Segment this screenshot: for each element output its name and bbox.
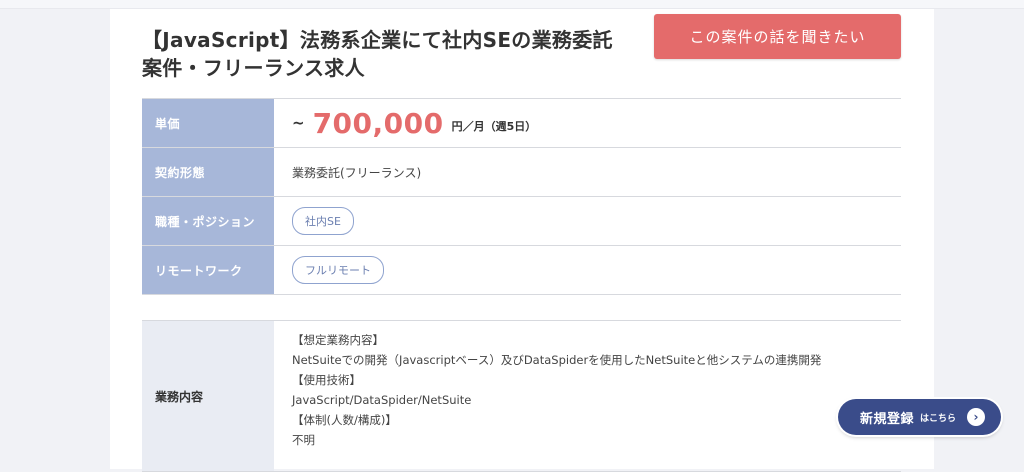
work-line: 【体制(人数/構成)】 [292, 413, 397, 427]
work-detail-table: 業務内容 【想定業務内容】 NetSuiteでの開発（Javascriptベース… [142, 320, 901, 472]
contract-label: 契約形態 [142, 148, 274, 196]
work-row: 業務内容 【想定業務内容】 NetSuiteでの開発（Javascriptベース… [142, 321, 901, 472]
position-tag[interactable]: 社内SE [292, 207, 354, 235]
page-top-divider [0, 0, 1024, 9]
remote-row: リモートワーク フルリモート [142, 246, 901, 295]
job-title: 【JavaScript】法務系企業にて社内SEの業務委託案件・フリーランス求人 [142, 28, 613, 81]
price-value: 700,000 [312, 106, 444, 140]
price-unit: 円／月（週5日） [451, 120, 537, 133]
chevron-right-icon: › [967, 408, 985, 426]
register-label: 新規登録 [860, 411, 915, 427]
register-sub-label: はこちら [920, 413, 957, 424]
position-label: 職種・ポジション [142, 197, 274, 245]
work-line: 【想定業務内容】 [292, 333, 384, 347]
remote-cell: フルリモート [274, 246, 901, 294]
work-content: 【想定業務内容】 NetSuiteでの開発（Javascriptベース）及びDa… [274, 321, 901, 471]
price-row: 単価 ~ 700,000 円／月（週5日） [142, 99, 901, 148]
position-row: 職種・ポジション 社内SE [142, 197, 901, 246]
work-line: 不明 [292, 433, 315, 447]
register-button[interactable]: 新規登録 はこちら › [838, 399, 1001, 435]
work-line: NetSuiteでの開発（Javascriptベース）及びDataSpiderを… [292, 353, 822, 367]
price-prefix: ~ [292, 114, 305, 132]
remote-label: リモートワーク [142, 246, 274, 294]
inquire-button[interactable]: この案件の話を聞きたい [654, 14, 901, 59]
price-label: 単価 [142, 99, 274, 147]
work-label: 業務内容 [142, 321, 274, 471]
job-summary-table: 単価 ~ 700,000 円／月（週5日） 契約形態 業務委託(フリーランス) … [142, 98, 901, 295]
job-detail-card: 【JavaScript】法務系企業にて社内SEの業務委託案件・フリーランス求人 … [110, 9, 934, 472]
price-cell: ~ 700,000 円／月（週5日） [274, 99, 901, 147]
work-line: 【使用技術】 [292, 373, 361, 387]
contract-row: 契約形態 業務委託(フリーランス) [142, 148, 901, 197]
position-cell: 社内SE [274, 197, 901, 245]
remote-tag[interactable]: フルリモート [292, 256, 384, 284]
contract-value: 業務委託(フリーランス) [292, 165, 422, 180]
work-line: JavaScript/DataSpider/NetSuite [292, 393, 472, 407]
